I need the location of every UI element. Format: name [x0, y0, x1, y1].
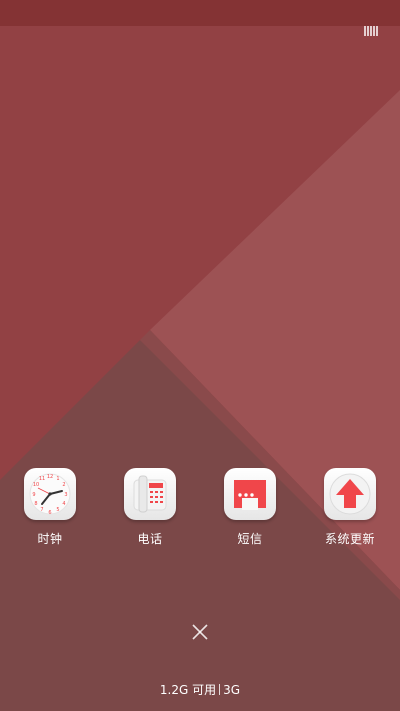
separator [219, 684, 221, 695]
clear-all-button[interactable] [190, 622, 210, 642]
network-type: 3G [223, 683, 241, 697]
app-label-system-update: 系统更新 [324, 532, 375, 546]
svg-text:9: 9 [32, 492, 35, 498]
svg-text:2: 2 [62, 482, 65, 488]
svg-text:6: 6 [48, 510, 51, 516]
svg-text:5: 5 [56, 507, 59, 513]
svg-text:3: 3 [64, 492, 67, 498]
wallpaper [0, 0, 400, 711]
update-icon [324, 468, 376, 520]
battery-icon [364, 26, 378, 36]
clock-icon: 12 1 2 345 678 9 10 11 [24, 468, 76, 520]
app-clock[interactable]: 12 1 2 345 678 9 10 11 时钟 [10, 468, 90, 558]
phone-icon [124, 468, 176, 520]
svg-text:11: 11 [39, 476, 45, 482]
app-label-messages: 短信 [237, 532, 263, 546]
svg-text:7: 7 [40, 507, 43, 513]
app-label-clock: 时钟 [37, 532, 63, 546]
status-bar [0, 0, 400, 26]
message-icon [224, 468, 276, 520]
app-system-update[interactable]: 系统更新 [310, 468, 390, 558]
app-messages[interactable]: 短信 [210, 468, 290, 558]
close-icon [192, 624, 208, 640]
svg-text:8: 8 [34, 501, 37, 507]
svg-text:4: 4 [62, 501, 65, 507]
recent-apps-screen: 12 1 2 345 678 9 10 11 时钟 电话 短信 系统更新 1.2… [0, 0, 400, 711]
svg-text:12: 12 [47, 474, 53, 480]
recent-apps-row: 12 1 2 345 678 9 10 11 时钟 电话 短信 系统更新 [0, 468, 400, 558]
app-label-phone: 电话 [137, 532, 163, 546]
memory-status: 1.2G 可用 3G [0, 681, 400, 698]
app-phone[interactable]: 电话 [110, 468, 190, 558]
svg-text:1: 1 [56, 476, 59, 482]
svg-text:10: 10 [33, 482, 39, 488]
memory-available: 1.2G 可用 [159, 683, 217, 697]
